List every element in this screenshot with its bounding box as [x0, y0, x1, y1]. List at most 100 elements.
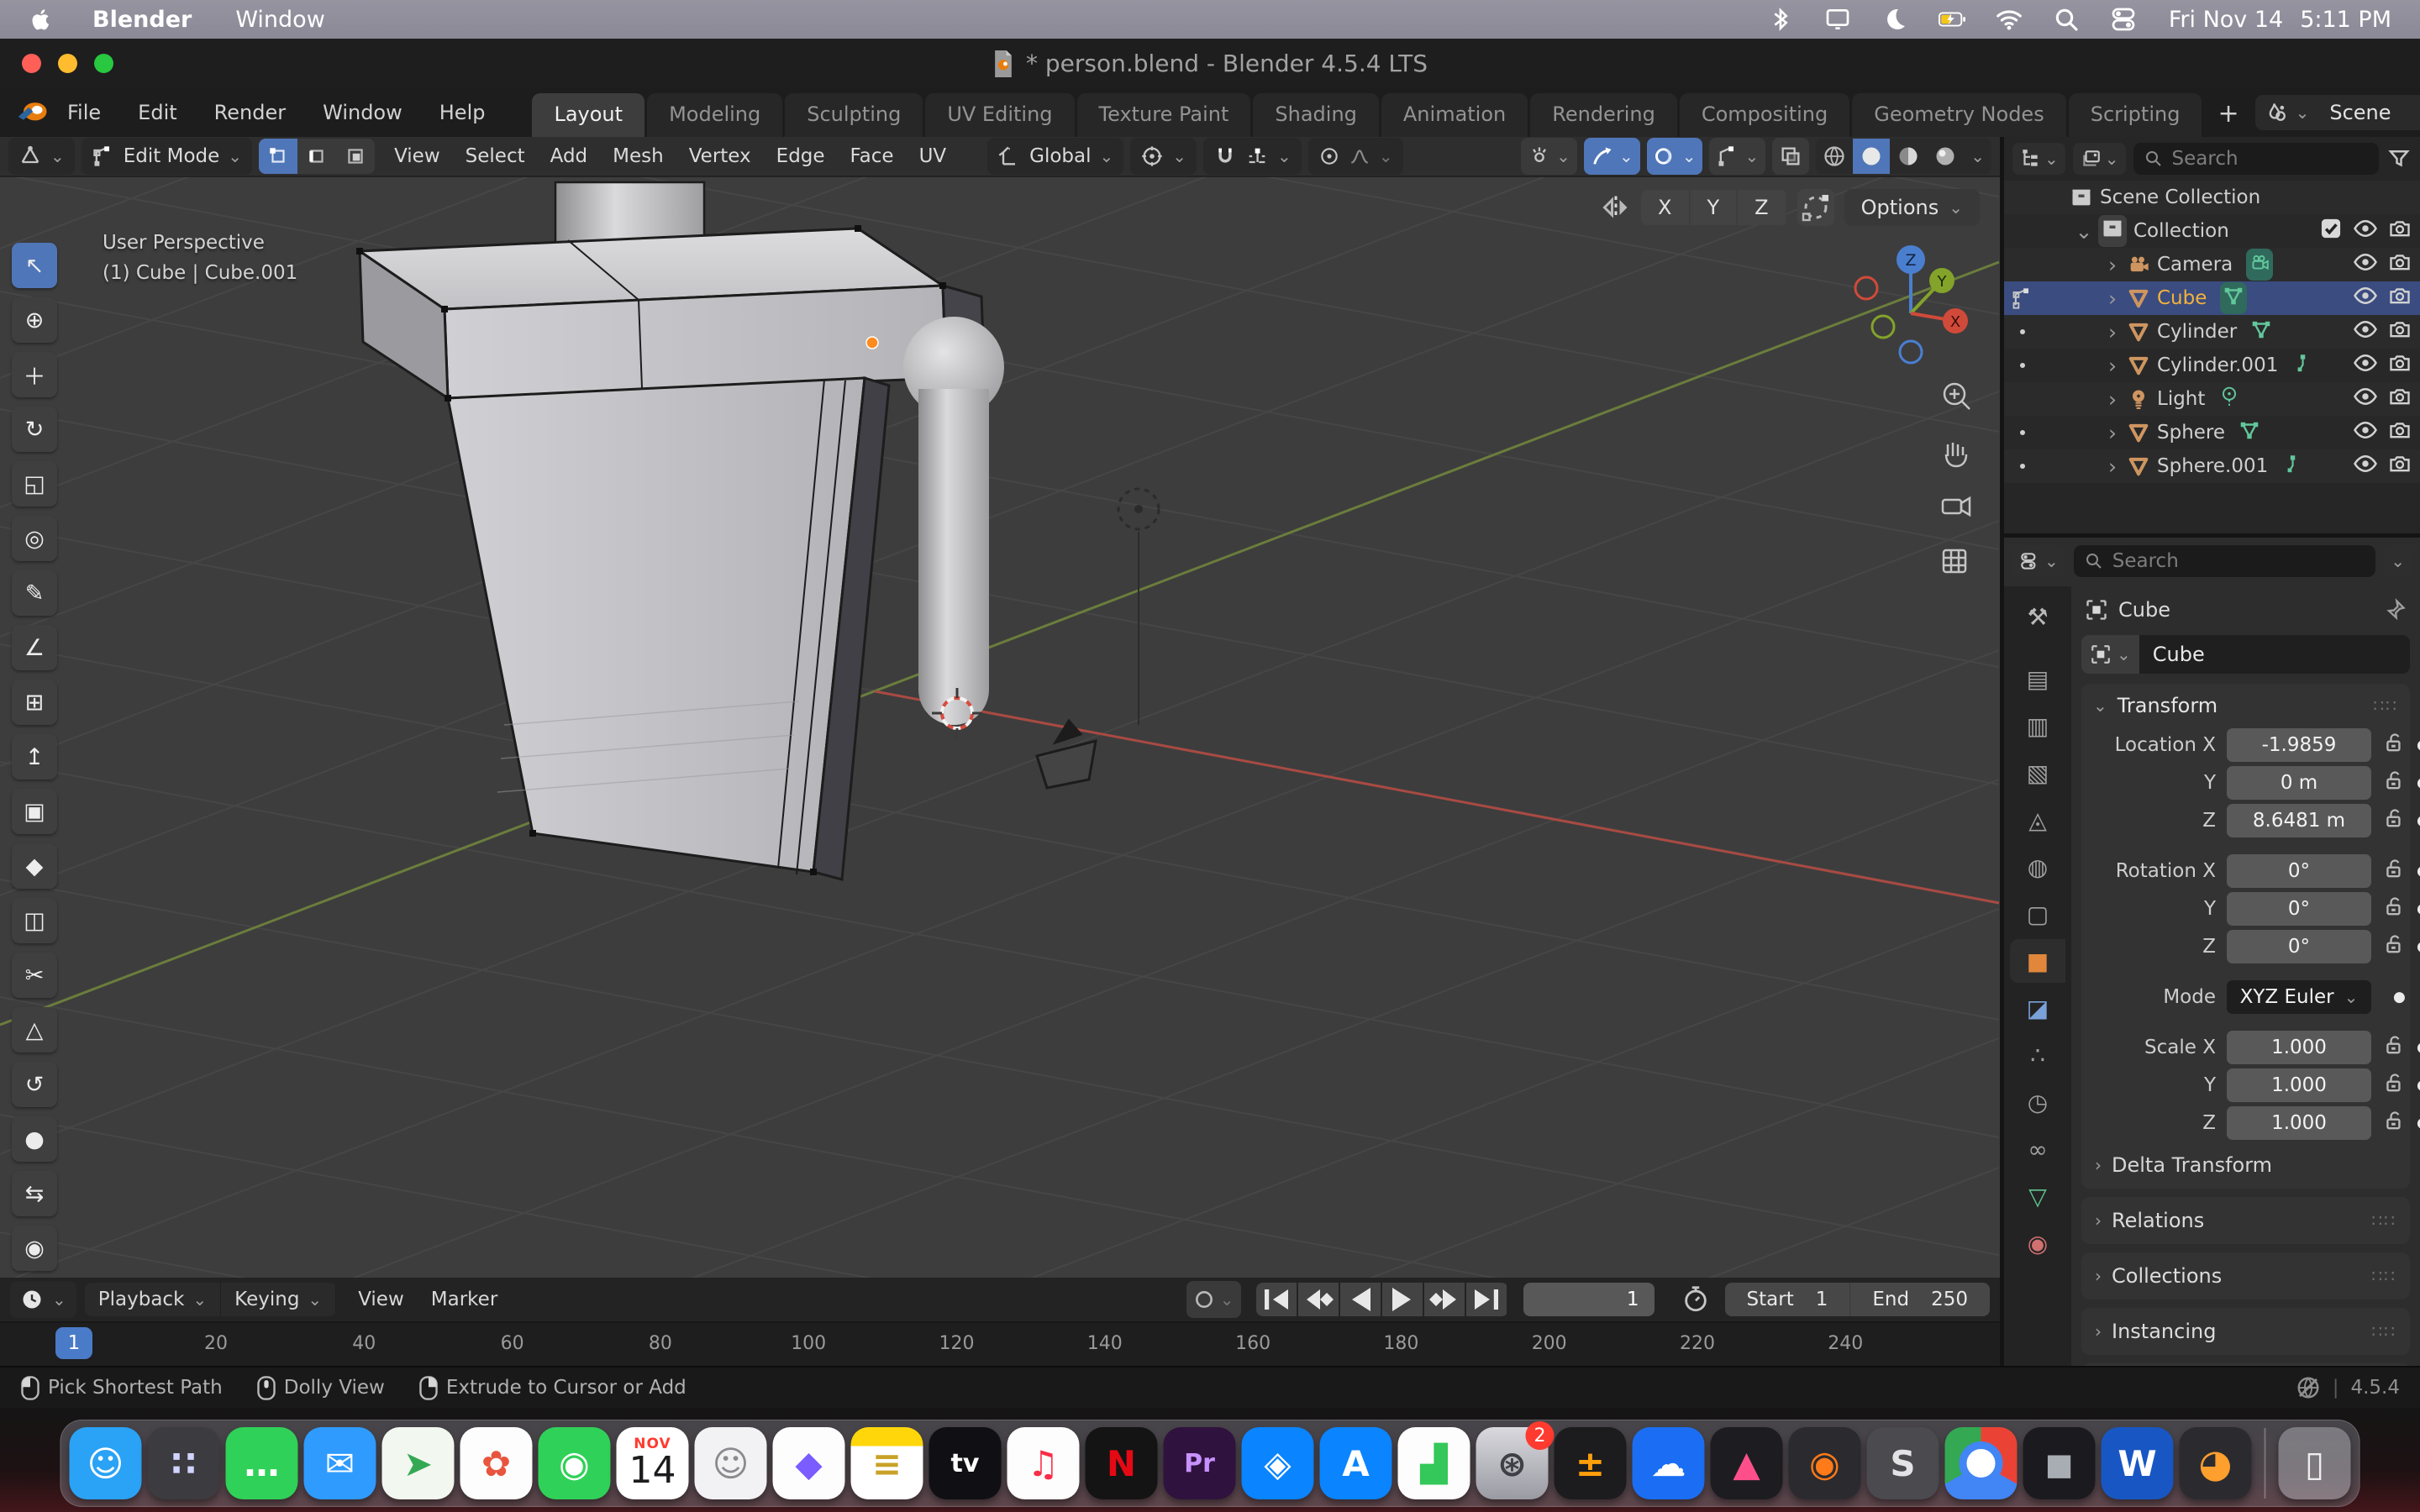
expand-chevron-icon[interactable]: › — [2098, 253, 2127, 277]
animate-dot[interactable]: ● — [2417, 938, 2420, 955]
rotation-mode-dropdown[interactable]: XYZ Euler⌄ — [2227, 980, 2371, 1014]
play-button[interactable] — [1382, 1283, 1423, 1316]
properties-tab-view-layer[interactable]: ▧ — [2010, 751, 2065, 795]
disable-render-toggle[interactable] — [2388, 284, 2412, 312]
tab-animation[interactable]: Animation — [1381, 93, 1528, 137]
outliner-row-cylinder-001[interactable]: ›Cylinder.001 — [2004, 349, 2420, 382]
expand-chevron-icon[interactable]: › — [2098, 421, 2127, 445]
orientation-dropdown[interactable]: Global ⌄ — [987, 138, 1123, 175]
dock-dark-app[interactable]: ◼ — [2023, 1427, 2096, 1499]
tab-rendering[interactable]: Rendering — [1530, 93, 1677, 137]
hide-viewport-toggle[interactable] — [2353, 216, 2378, 246]
ruler-frame-80[interactable]: 80 — [649, 1333, 672, 1354]
lock-toggle[interactable] — [2382, 933, 2406, 960]
tab-modeling[interactable]: Modeling — [647, 93, 782, 137]
ruler-frame-240[interactable]: 240 — [1828, 1333, 1863, 1354]
tool-poly-build[interactable]: △ — [12, 1007, 57, 1053]
pivot-dropdown[interactable]: ⌄ — [1130, 138, 1197, 175]
tool-spin[interactable]: ↺ — [12, 1062, 57, 1107]
dock-music[interactable]: ♫ — [1007, 1427, 1080, 1499]
tool-transform[interactable]: ◎ — [12, 516, 57, 561]
control-center-icon[interactable] — [2110, 6, 2137, 33]
dock-tv[interactable]: tv — [929, 1427, 1002, 1499]
panel-relations[interactable]: ›Relations∷∷ — [2081, 1197, 2410, 1244]
properties-tab-physics[interactable]: ◷ — [2010, 1080, 2065, 1124]
tool-shrink-fatten[interactable]: ◉ — [12, 1226, 57, 1271]
mirror-x-button[interactable]: X — [1641, 190, 1688, 225]
outliner-row-cube[interactable]: ›Cube — [2004, 281, 2420, 315]
animate-dot[interactable]: ● — [2417, 1115, 2420, 1131]
dock-orange-app[interactable]: ◉ — [1789, 1427, 1861, 1499]
viewport-menu-uv[interactable]: UV — [907, 140, 960, 172]
tab-sculpting[interactable]: Sculpting — [785, 93, 923, 137]
jump-end-button[interactable] — [1466, 1283, 1507, 1316]
jump-start-button[interactable] — [1256, 1283, 1297, 1316]
ruler-frame-20[interactable]: 20 — [204, 1333, 228, 1354]
edge-select-icon[interactable] — [297, 139, 336, 174]
include-checkbox[interactable] — [2319, 217, 2343, 245]
stopwatch-icon[interactable] — [1681, 1285, 1710, 1314]
viewport-menu-edge[interactable]: Edge — [764, 140, 838, 172]
dock-blender[interactable]: ◕ — [2180, 1427, 2252, 1499]
expand-chevron-icon[interactable]: › — [2098, 320, 2127, 344]
panel-instancing[interactable]: ›Instancing∷∷ — [2081, 1308, 2410, 1355]
spotlight-icon[interactable] — [2053, 6, 2080, 33]
hide-viewport-toggle[interactable] — [2353, 417, 2378, 448]
battery-icon[interactable] — [1939, 6, 1965, 33]
dock-freeform[interactable]: ◆ — [773, 1427, 845, 1499]
visibility-dropdown[interactable]: ⌄ — [1521, 138, 1577, 175]
mode-dropdown[interactable]: Edit Mode ⌄ — [82, 138, 252, 175]
tab-scripting[interactable]: Scripting — [2069, 93, 2202, 137]
hide-viewport-toggle[interactable] — [2353, 350, 2378, 381]
dock-messages[interactable]: … — [226, 1427, 298, 1499]
panel-collections[interactable]: ›Collections∷∷ — [2081, 1252, 2410, 1299]
current-frame-field[interactable]: 1 — [1523, 1283, 1655, 1316]
vertex-select-icon[interactable] — [259, 139, 297, 174]
dock-finder[interactable]: ☺ — [70, 1427, 142, 1499]
ruler-frame-220[interactable]: 220 — [1680, 1333, 1715, 1354]
animate-dot[interactable]: ● — [2417, 900, 2420, 917]
transform-panel-title[interactable]: Transform — [2118, 694, 2217, 717]
proportional-edit-dropdown[interactable]: ⌄ — [1308, 138, 1403, 175]
properties-tab-tool[interactable]: ⚒ — [2010, 595, 2065, 638]
properties-tab-world[interactable]: ◍ — [2010, 845, 2065, 889]
lock-toggle[interactable] — [2382, 858, 2406, 885]
disable-render-toggle[interactable] — [2388, 351, 2412, 380]
outliner-row-camera[interactable]: ›Camera — [2004, 248, 2420, 281]
expand-chevron-icon[interactable]: › — [2098, 454, 2127, 479]
properties-tab-particles[interactable]: ∴ — [2010, 1033, 2065, 1077]
tool-rotate[interactable]: ↻ — [12, 407, 57, 452]
play-reverse-button[interactable] — [1340, 1283, 1381, 1316]
properties-tab-constraints[interactable]: ∞ — [2010, 1127, 2065, 1171]
collapse-chevron-icon[interactable]: ⌄ — [2093, 696, 2107, 716]
menu-file[interactable]: File — [49, 94, 119, 131]
viewport-menu-add[interactable]: Add — [538, 140, 601, 172]
menu-help[interactable]: Help — [421, 94, 504, 131]
outliner-row-cylinder[interactable]: ›Cylinder — [2004, 315, 2420, 349]
tool-extrude-region[interactable]: ↥ — [12, 734, 57, 780]
mirror-z-button[interactable]: Z — [1738, 190, 1785, 225]
properties-tab-data[interactable]: ▽ — [2010, 1174, 2065, 1218]
timeline-editor-type-button[interactable]: ⌄ — [10, 1281, 76, 1318]
scene-selector[interactable]: ⌄ Scene × — [2255, 95, 2420, 130]
tool-smooth[interactable]: ● — [12, 1116, 57, 1162]
lock-toggle[interactable] — [2382, 769, 2406, 796]
dnd-moon-icon[interactable] — [1881, 6, 1908, 33]
dock-gray-app[interactable]: S — [1867, 1427, 1939, 1499]
material-shading-icon[interactable] — [1890, 139, 1927, 174]
panel-motion-paths[interactable]: ›Motion Paths∷∷ — [2081, 1363, 2410, 1366]
tab-uv-editing[interactable]: UV Editing — [925, 93, 1074, 137]
tab-layout[interactable]: Layout — [532, 93, 644, 137]
mirror-icon[interactable] — [1601, 192, 1631, 223]
dock-mail[interactable]: ✉ — [304, 1427, 376, 1499]
lock-toggle[interactable] — [2382, 807, 2406, 834]
value-field-z[interactable]: 1.000 — [2227, 1106, 2371, 1140]
dock-cloud[interactable]: ☁ — [1633, 1427, 1705, 1499]
proportional-projected-icon[interactable] — [1797, 189, 1834, 226]
outliner-row-scene collection[interactable]: Scene Collection — [2004, 181, 2420, 214]
value-field-location-x[interactable]: -1.9859 — [2227, 728, 2371, 762]
dock-app-store[interactable]: A — [1320, 1427, 1392, 1499]
dock-premiere[interactable]: Pr — [1164, 1427, 1236, 1499]
add-workspace-button[interactable]: + — [2204, 94, 2252, 137]
tool-cursor[interactable]: ⊕ — [12, 297, 57, 343]
